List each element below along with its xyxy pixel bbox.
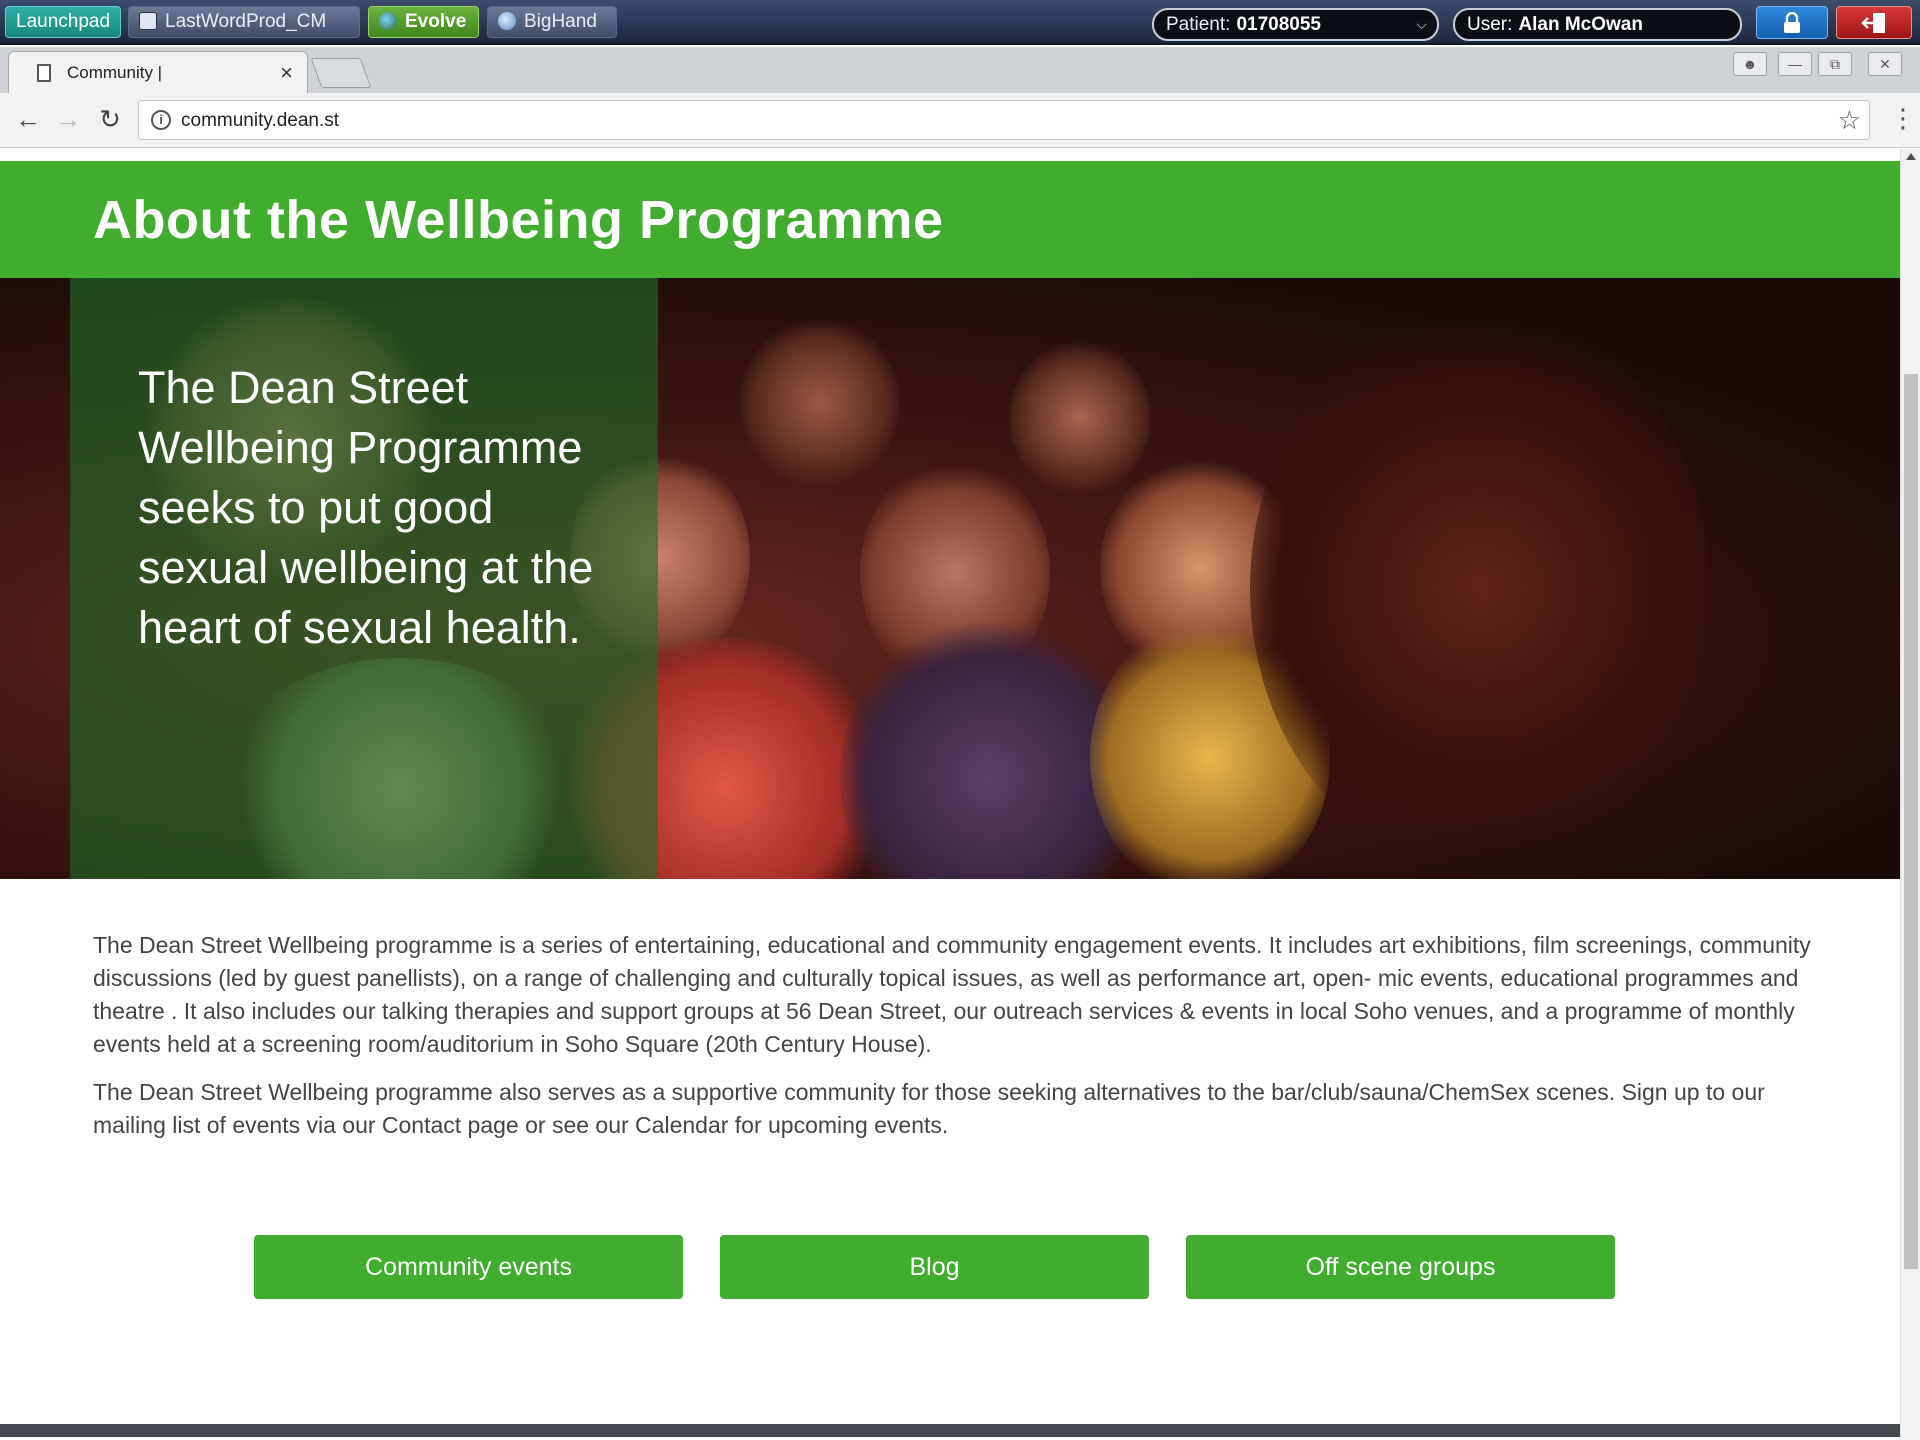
evolve-button[interactable]: Evolve: [368, 6, 479, 38]
browser-toolbar: ← → ↻ i community.dean.st ☆ ⋮: [0, 93, 1920, 148]
hero-photo-figure: [1250, 308, 1710, 868]
lock-icon: [1784, 11, 1800, 33]
hero-photo-figure: [1010, 338, 1150, 498]
browser-menu-icon[interactable]: ⋮: [1890, 103, 1916, 133]
page-icon: [37, 64, 51, 82]
exit-door-icon: [1861, 12, 1885, 33]
bighand-label: BigHand: [524, 11, 597, 32]
hero-photo-figure: [740, 318, 900, 488]
launcher-bar: Launchpad LastWordProd_CM Evolve BigHand…: [0, 0, 1920, 45]
profile-icon[interactable]: ☻: [1733, 52, 1767, 76]
user-label: User:: [1467, 14, 1513, 35]
hero-quote: The Dean Street Wellbeing Programme seek…: [138, 362, 594, 653]
minimize-icon[interactable]: —: [1778, 52, 1812, 76]
url-text: community.dean.st: [181, 110, 340, 131]
user-name: Alan McOwan: [1518, 14, 1643, 35]
chevron-down-icon: ⌵: [1416, 16, 1427, 32]
tab-title: Community |: [67, 63, 163, 82]
restore-icon[interactable]: ⧉: [1818, 52, 1852, 76]
intro-paragraph: The Dean Street Wellbeing programme also…: [93, 1079, 1765, 1138]
scroll-up-arrow-icon[interactable]: [1906, 153, 1916, 160]
section-header: About the Wellbeing Programme: [0, 161, 1900, 278]
patient-label: Patient:: [1166, 14, 1231, 35]
forward-arrow-icon[interactable]: →: [52, 104, 84, 136]
page-viewport: About the Wellbeing Programme The Dean S…: [0, 149, 1900, 1440]
evolve-globe-icon: [379, 12, 397, 30]
window-close-icon[interactable]: ✕: [1868, 52, 1902, 76]
evolve-label: Evolve: [405, 11, 467, 32]
back-arrow-icon[interactable]: ←: [12, 104, 44, 136]
page-title: About the Wellbeing Programme: [93, 190, 944, 250]
tab-close-icon[interactable]: ×: [280, 60, 293, 86]
scrollbar-thumb[interactable]: [1904, 374, 1918, 1269]
lastword-label: LastWordProd_CM: [165, 11, 327, 32]
tab-strip: Community | × ☻ — ⧉ ✕: [0, 47, 1920, 93]
exit-button[interactable]: [1836, 6, 1912, 39]
launchpad-button[interactable]: Launchpad: [5, 6, 121, 38]
bookmark-star-icon[interactable]: ☆: [1838, 105, 1861, 136]
bighand-app-icon: [498, 12, 516, 30]
patient-selector[interactable]: Patient: 01708055 ⌵: [1152, 8, 1439, 41]
community-events-button[interactable]: Community events: [254, 1235, 683, 1299]
new-tab-button[interactable]: [310, 58, 372, 88]
info-icon[interactable]: i: [151, 110, 171, 130]
off-scene-groups-button[interactable]: Off scene groups: [1186, 1235, 1615, 1299]
lastword-app-icon: [139, 12, 157, 30]
blog-button[interactable]: Blog: [720, 1235, 1149, 1299]
cta-button-row: Community events Blog Off scene groups: [0, 1235, 1900, 1299]
user-display: User: Alan McOwan: [1453, 8, 1742, 41]
lastword-button[interactable]: LastWordProd_CM: [128, 6, 360, 38]
address-bar[interactable]: i community.dean.st ☆: [138, 100, 1870, 140]
intro-text: The Dean Street Wellbeing programme is a…: [93, 929, 1813, 1157]
intro-paragraph: The Dean Street Wellbeing programme is a…: [93, 932, 1811, 1057]
page-scrollbar[interactable]: [1900, 149, 1920, 1440]
footer-edge: [0, 1424, 1900, 1437]
tab-community[interactable]: Community | ×: [8, 51, 308, 93]
lock-button[interactable]: [1756, 6, 1828, 39]
reload-icon[interactable]: ↻: [94, 104, 126, 136]
hero-banner: The Dean Street Wellbeing Programme seek…: [0, 278, 1900, 879]
bighand-button[interactable]: BigHand: [487, 6, 617, 38]
patient-id: 01708055: [1236, 14, 1321, 35]
